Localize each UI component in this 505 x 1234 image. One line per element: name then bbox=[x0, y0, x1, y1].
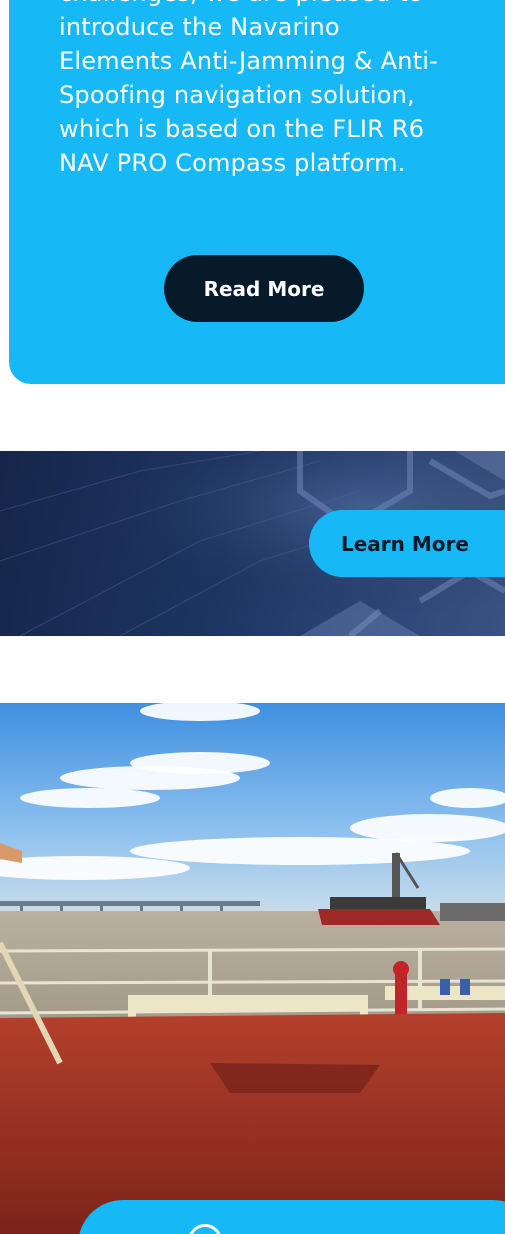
ship-deck-photo bbox=[0, 703, 505, 1234]
tech-banner: Learn More bbox=[0, 451, 505, 636]
promo-text: challenges, we are pleased to introduce … bbox=[59, 0, 499, 180]
promo-text-line: NAV PRO Compass platform. bbox=[59, 149, 406, 177]
promo-card: challenges, we are pleased to introduce … bbox=[9, 0, 505, 384]
circle-icon bbox=[188, 1224, 222, 1234]
promo-text-line: challenges, we are pleased to bbox=[59, 0, 499, 10]
promo-text-line: introduce the Navarino bbox=[59, 13, 340, 41]
read-more-button[interactable]: Read More bbox=[164, 255, 364, 322]
promo-text-line: which is based on the FLIR R6 bbox=[59, 115, 425, 143]
bottom-cta-pill[interactable] bbox=[78, 1200, 505, 1234]
promo-text-line: Spoofing navigation solution, bbox=[59, 81, 415, 109]
learn-more-button[interactable]: Learn More bbox=[309, 510, 505, 577]
promo-text-line: Elements Anti-Jamming & Anti- bbox=[59, 47, 438, 75]
ship-deck-image bbox=[0, 703, 505, 1234]
